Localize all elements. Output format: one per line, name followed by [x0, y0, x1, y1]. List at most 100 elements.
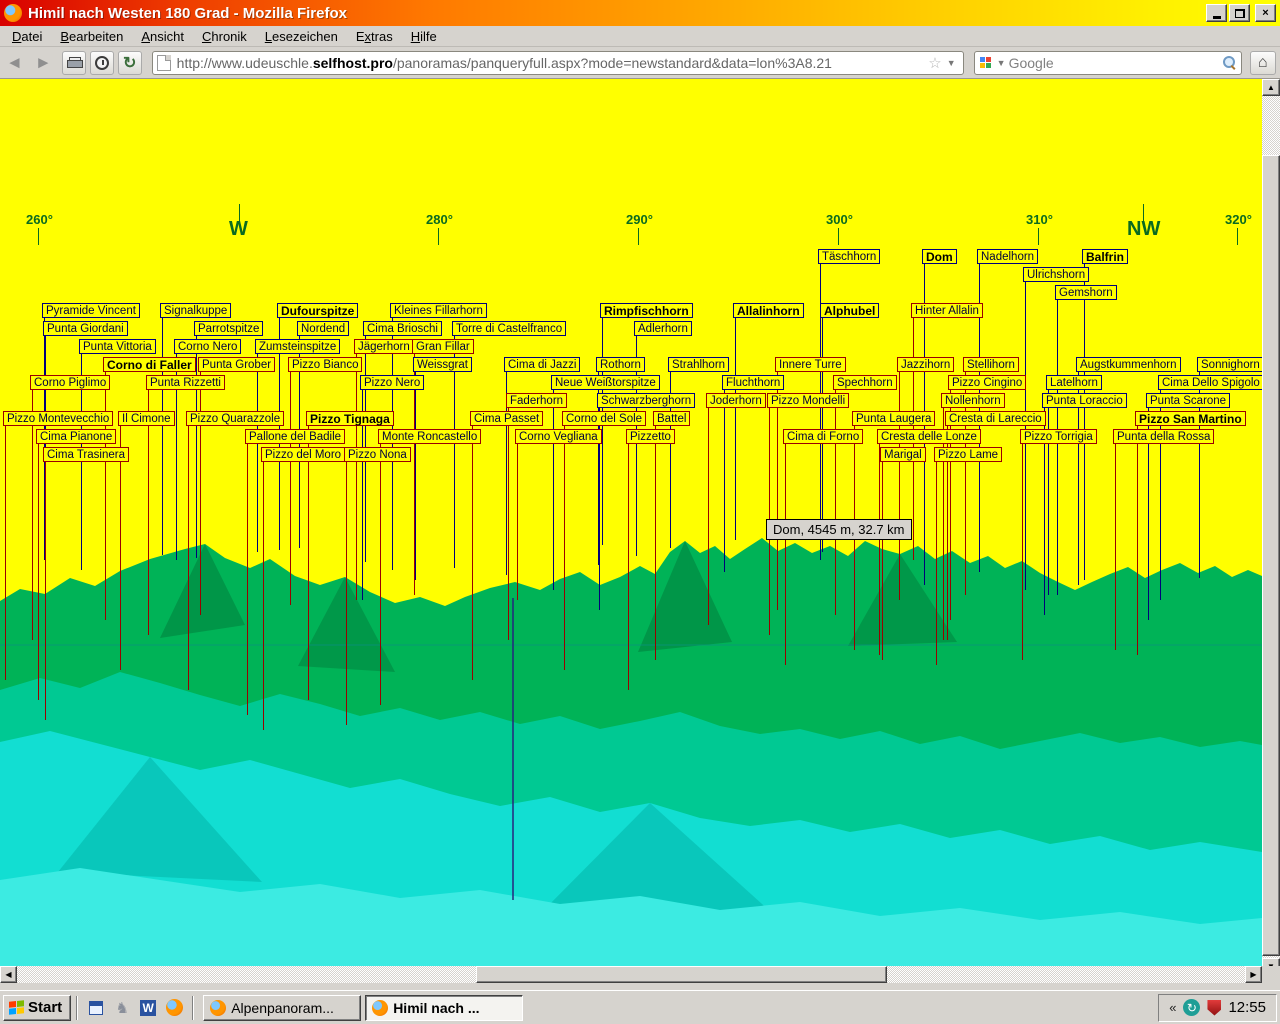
peak-label[interactable]: Punta Scarone	[1146, 393, 1230, 408]
peak-label[interactable]: Rimpfischhorn	[600, 303, 693, 318]
menu-item-lesezeichen[interactable]: Lesezeichen	[257, 27, 346, 46]
peak-label[interactable]: Augstkummenhorn	[1076, 357, 1181, 372]
forward-button[interactable]: ►	[29, 53, 58, 73]
peak-label[interactable]: Gemshorn	[1055, 285, 1117, 300]
scroll-left-button[interactable]: ◀	[0, 966, 17, 983]
minimize-button[interactable]	[1206, 4, 1227, 22]
peak-label[interactable]: Weissgrat	[413, 357, 472, 372]
peak-label[interactable]: Latelhorn	[1046, 375, 1102, 390]
peak-label[interactable]: Nollenhorn	[941, 393, 1005, 408]
menu-item-extras[interactable]: Extras	[348, 27, 401, 46]
peak-label[interactable]: Corno Piglimo	[30, 375, 110, 390]
peak-label[interactable]: Dufourspitze	[277, 303, 358, 318]
tray-update-icon[interactable]: ↻	[1183, 999, 1200, 1016]
peak-label[interactable]: Gran Fillar	[412, 339, 474, 354]
peak-label[interactable]: Punta della Rossa	[1113, 429, 1214, 444]
print-button[interactable]	[62, 51, 86, 75]
peak-label[interactable]: Alphubel	[820, 303, 879, 318]
peak-label[interactable]: Cima di Forno	[783, 429, 863, 444]
peak-label[interactable]: Nadelhorn	[977, 249, 1038, 264]
peak-label[interactable]: Pizzo Quarazzole	[186, 411, 284, 426]
quicklaunch-desktop-icon[interactable]	[85, 997, 107, 1019]
peak-label[interactable]: Pizzo San Martino	[1135, 411, 1246, 426]
peak-label[interactable]: Pizzo Nero	[360, 375, 424, 390]
reload-button[interactable]: ↻	[118, 51, 142, 75]
quicklaunch-word-icon[interactable]: W	[137, 997, 159, 1019]
peak-label[interactable]: Spechhorn	[833, 375, 897, 390]
peak-label[interactable]: Pizzo Mondelli	[767, 393, 849, 408]
peak-label[interactable]: Marigal	[880, 447, 926, 462]
window-titlebar[interactable]: Himil nach Westen 180 Grad - Mozilla Fir…	[0, 0, 1280, 26]
menu-item-chronik[interactable]: Chronik	[194, 27, 255, 46]
peak-label[interactable]: Joderhorn	[706, 393, 766, 408]
tray-chevron[interactable]: «	[1169, 1000, 1176, 1015]
search-engine-dropdown-icon[interactable]: ▼	[997, 58, 1006, 68]
restore-button[interactable]	[1229, 4, 1250, 22]
vertical-scroll-thumb[interactable]	[1262, 155, 1280, 956]
close-button[interactable]: ×	[1255, 4, 1276, 22]
peak-label[interactable]: Rothorn	[596, 357, 645, 372]
peak-label[interactable]: Pizzo Lame	[934, 447, 1002, 462]
peak-label[interactable]: Ulrichshorn	[1023, 267, 1089, 282]
url-text[interactable]: http://www.udeuschle.selfhost.pro/panora…	[177, 55, 927, 71]
peak-label[interactable]: Dom	[922, 249, 957, 264]
home-button[interactable]: ⌂	[1250, 51, 1276, 75]
horizontal-scrollbar[interactable]: ◀ ▶	[0, 966, 1262, 983]
peak-label[interactable]: Torre di Castelfranco	[452, 321, 566, 336]
peak-label[interactable]: Pizzo Bianco	[288, 357, 362, 372]
menu-item-ansicht[interactable]: Ansicht	[133, 27, 192, 46]
peak-label[interactable]: Pallone del Badile	[245, 429, 345, 444]
peak-label[interactable]: Corno Nero	[174, 339, 241, 354]
quicklaunch-pegasus-icon[interactable]: ♞	[111, 997, 133, 1019]
peak-label[interactable]: Zumsteinspitze	[255, 339, 340, 354]
peak-label[interactable]: Monte Roncastello	[378, 429, 481, 444]
peak-label[interactable]: Punta Loraccio	[1042, 393, 1127, 408]
peak-label[interactable]: Punta Vittoria	[79, 339, 156, 354]
peak-label[interactable]: Corno Vegliana	[515, 429, 602, 444]
peak-label[interactable]: Faderhorn	[506, 393, 567, 408]
peak-label[interactable]: Täschhorn	[818, 249, 880, 264]
search-icon[interactable]	[1223, 56, 1236, 69]
peak-label[interactable]: Il Cimone	[118, 411, 175, 426]
peak-label[interactable]: Kleines Fillarhorn	[390, 303, 487, 318]
back-button[interactable]: ◄	[0, 53, 29, 73]
peak-label[interactable]: Pizzo del Moro	[261, 447, 345, 462]
url-bar[interactable]: http://www.udeuschle.selfhost.pro/panora…	[152, 51, 964, 75]
menu-item-bearbeiten[interactable]: Bearbeiten	[52, 27, 131, 46]
peak-label[interactable]: Parrotspitze	[194, 321, 263, 336]
peak-label[interactable]: Cresta delle Lonze	[877, 429, 981, 444]
peak-label[interactable]: Jazzihorn	[897, 357, 954, 372]
peak-label[interactable]: Signalkuppe	[160, 303, 231, 318]
peak-label[interactable]: Pizzo Montevecchio	[3, 411, 113, 426]
peak-label[interactable]: Punta Grober	[198, 357, 275, 372]
peak-label[interactable]: Cresta di Lareccio	[945, 411, 1046, 426]
peak-label[interactable]: Cima di Jazzi	[504, 357, 580, 372]
peak-label[interactable]: Adlerhorn	[634, 321, 692, 336]
peak-label[interactable]: Schwarzberghorn	[597, 393, 695, 408]
peak-label[interactable]: Cima Dello Spigolo	[1158, 375, 1262, 390]
peak-label[interactable]: Corno di Faller	[103, 357, 196, 372]
peak-label[interactable]: Cima Brioschi	[363, 321, 442, 336]
peak-label[interactable]: Cima Pianone	[36, 429, 116, 444]
horizontal-scroll-thumb[interactable]	[476, 966, 887, 983]
peak-label[interactable]: Corno del Sole	[562, 411, 646, 426]
peak-label[interactable]: Fluchthorn	[722, 375, 784, 390]
url-dropdown-icon[interactable]: ▼	[947, 58, 956, 68]
peak-label[interactable]: Neue Weißtorspitze	[551, 375, 660, 390]
peak-label[interactable]: Punta Rizzetti	[146, 375, 225, 390]
vertical-scrollbar[interactable]: ▲ ▼	[1262, 79, 1280, 975]
start-button[interactable]: Start	[3, 995, 71, 1021]
peak-label[interactable]: Hinter Allalin	[911, 303, 983, 318]
task-button[interactable]: Alpenpanoram...	[203, 995, 361, 1021]
peak-label[interactable]: Battel	[653, 411, 690, 426]
peak-label[interactable]: Pizzetto	[626, 429, 675, 444]
peak-label[interactable]: Allalinhorn	[733, 303, 804, 318]
menu-item-hilfe[interactable]: Hilfe	[403, 27, 445, 46]
peak-label[interactable]: Sonnighorn	[1197, 357, 1262, 372]
peak-label[interactable]: Stellihorn	[963, 357, 1019, 372]
peak-label[interactable]: Pizzo Torrigia	[1020, 429, 1097, 444]
peak-label[interactable]: Balfrin	[1082, 249, 1128, 264]
tray-antivirus-shield-icon[interactable]	[1207, 1000, 1221, 1016]
peak-label[interactable]: Pyramide Vincent	[42, 303, 140, 318]
scroll-right-button[interactable]: ▶	[1245, 966, 1262, 983]
